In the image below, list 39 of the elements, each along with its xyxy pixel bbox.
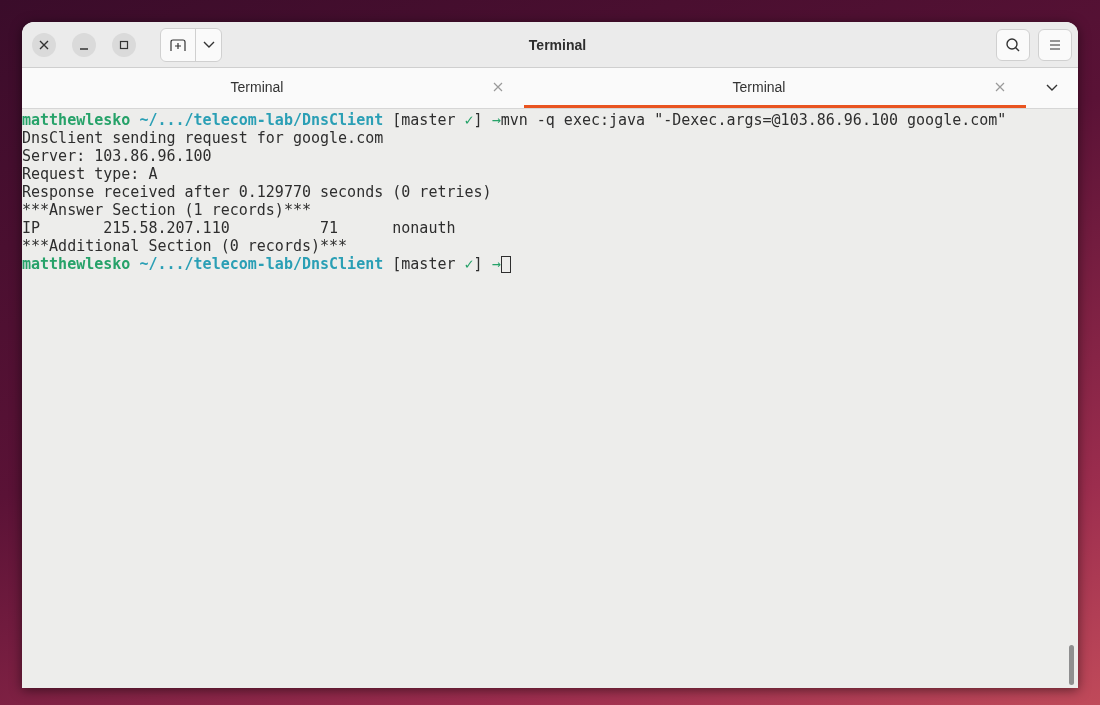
tab[interactable]: Terminal bbox=[524, 68, 1026, 108]
output-line: Response received after 0.129770 seconds (0 retries) bbox=[22, 183, 492, 201]
close-icon[interactable] bbox=[492, 80, 504, 93]
output-line: Request type: A bbox=[22, 165, 158, 183]
tab[interactable]: Terminal bbox=[22, 68, 524, 108]
output-line: ***Additional Section (0 records)*** bbox=[22, 237, 348, 255]
output-line: IP 215.58.207.110 71 nonauth bbox=[22, 219, 456, 237]
prompt-user: matthewlesko bbox=[22, 111, 131, 129]
new-tab-icon bbox=[170, 37, 186, 52]
close-button[interactable] bbox=[32, 32, 56, 57]
close-icon bbox=[39, 39, 49, 50]
search-button[interactable] bbox=[996, 28, 1030, 61]
maximize-button[interactable] bbox=[112, 32, 136, 57]
prompt-user: matthewlesko bbox=[22, 255, 131, 273]
prompt-path: ~/.../telecom-lab/DnsClient bbox=[139, 111, 384, 129]
check-mark: ✓ bbox=[464, 255, 474, 273]
search-icon bbox=[1005, 36, 1021, 53]
minimize-icon bbox=[80, 47, 88, 50]
menu-icon bbox=[1049, 39, 1061, 50]
close-icon[interactable] bbox=[994, 80, 1006, 93]
prompt-path: ~/.../telecom-lab/DnsClient bbox=[139, 255, 384, 273]
prompt-arrow: → bbox=[491, 255, 501, 273]
branch-bracket: [master bbox=[392, 255, 456, 273]
branch-bracket: [master bbox=[392, 111, 456, 129]
branch-bracket: ] bbox=[473, 111, 483, 129]
minimize-button[interactable] bbox=[72, 32, 96, 57]
chevron-icon[interactable] bbox=[1046, 84, 1058, 92]
window-title: Terminal bbox=[527, 36, 588, 53]
prompt-arrow: → bbox=[491, 111, 501, 129]
scrollbar[interactable] bbox=[1069, 645, 1074, 685]
menu-button[interactable] bbox=[1038, 28, 1072, 61]
check-mark: ✓ bbox=[464, 111, 474, 129]
output-line: Server: 103.86.96.100 bbox=[22, 147, 212, 165]
chevron-icon bbox=[202, 40, 215, 49]
maximize-icon bbox=[119, 39, 129, 50]
command-text: mvn -q exec:java "-Dexec.args=@103.86.96.100 google.com" bbox=[500, 111, 1007, 129]
branch-bracket: ] bbox=[473, 255, 483, 273]
output-line: ***Answer Section (1 records)*** bbox=[22, 201, 311, 219]
output-line: DnsClient sending request for google.com bbox=[22, 129, 384, 147]
